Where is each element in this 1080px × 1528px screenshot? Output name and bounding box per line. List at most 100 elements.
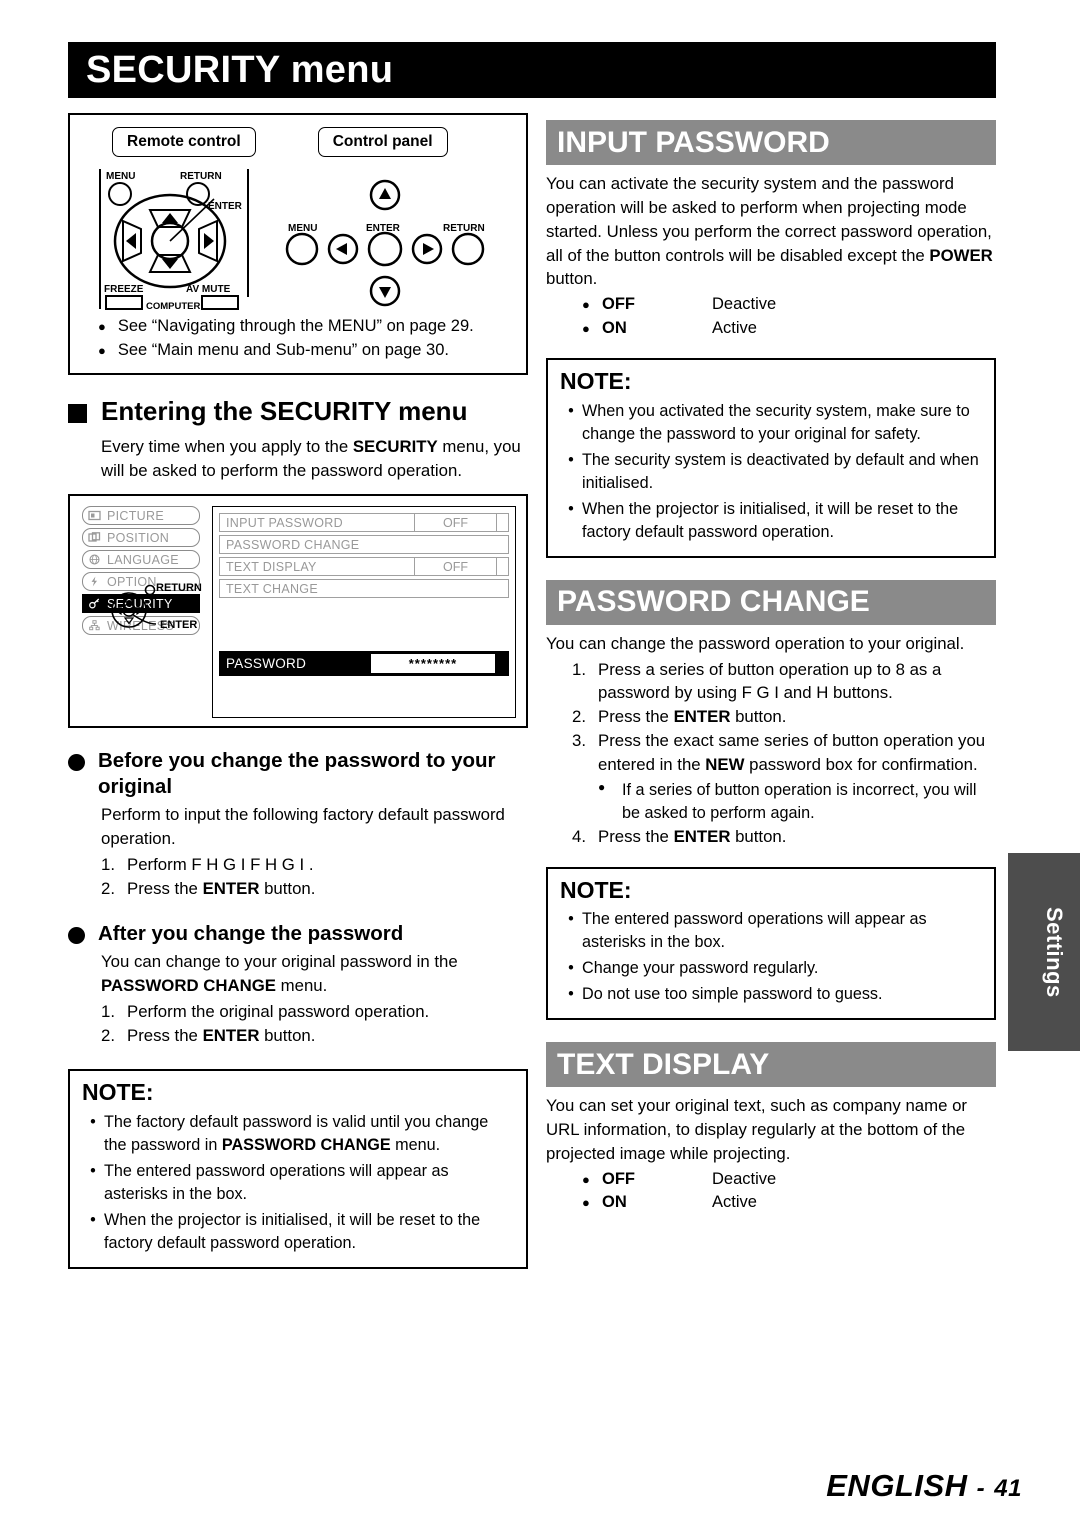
note-list: • The entered password operations will ap… <box>560 908 982 1006</box>
osd-menu-item[interactable]: LANGUAGE <box>82 550 200 570</box>
before-change-steps: 1. Perform F H G I F H G I . 2. Press th… <box>101 853 528 901</box>
osd-password-label: PASSWORD <box>226 656 307 672</box>
list-item: 1. Press a series of button operation up… <box>572 658 996 706</box>
svg-text:MENU: MENU <box>106 171 135 182</box>
round-bullet-icon: ● <box>582 1195 590 1211</box>
osd-row-input-password[interactable]: INPUT PASSWORD OFF <box>219 513 509 533</box>
svg-text:MENU: MENU <box>288 223 317 234</box>
list-item: • Do not use too simple password to guess… <box>560 983 982 1006</box>
svg-text:AV MUTE: AV MUTE <box>186 284 231 295</box>
position-icon <box>87 531 102 544</box>
bullet-tick-icon: • <box>568 401 574 420</box>
bullet-tick-icon: • <box>90 1112 96 1131</box>
step-text: Press the ENTER button. <box>598 826 787 846</box>
list-item: 3. Press the exact same series of button… <box>572 729 996 777</box>
osd-row-text-change[interactable]: TEXT CHANGE <box>219 579 509 599</box>
osd-navigation-hint: RETURN ENTER <box>111 582 202 631</box>
list-item: • When you activated the security system,… <box>560 400 982 446</box>
footer-language: ENGLISH <box>826 1468 968 1503</box>
list-item: 4. Press the ENTER button. <box>572 825 996 849</box>
list-item: ● ON Active <box>582 317 996 340</box>
section-header-password-change: PASSWORD CHANGE <box>546 579 996 625</box>
list-item: • When the projector is initialised, it w… <box>82 1209 514 1255</box>
osd-password-input[interactable]: ******** <box>371 654 495 674</box>
step-number: 1. <box>572 659 586 679</box>
section-title: INPUT PASSWORD <box>557 125 830 159</box>
svg-text:ENTER: ENTER <box>208 201 243 212</box>
list-item: 2. Press the ENTER button. <box>101 877 528 901</box>
option-key: ON <box>602 318 627 337</box>
section-header-input-password: INPUT PASSWORD <box>546 120 996 165</box>
step-number: 3. <box>572 731 586 751</box>
password-change-subnote: ● If a series of button operation is inc… <box>598 779 996 825</box>
osd-menu-item[interactable]: POSITION <box>82 528 200 548</box>
control-panel-illustration: MENU ENTER RETURN <box>285 179 485 307</box>
list-item: • Change your password regularly. <box>560 957 982 980</box>
picture-icon <box>87 509 102 522</box>
note-box-password-change: NOTE: • The entered password operations w… <box>546 866 996 1021</box>
before-change-heading: Before you change the password to your o… <box>68 748 528 799</box>
step-number: 4. <box>572 826 586 846</box>
diagram-body: MENU RETURN ENTER FREEZE AV MUTE COMPUTE… <box>84 165 512 313</box>
osd-row-spacer <box>497 513 509 533</box>
section-header-text-display: TEXT DISPLAY <box>546 1042 996 1088</box>
option-icon <box>87 575 102 588</box>
osd-menu-item-label: LANGUAGE <box>107 552 179 567</box>
settings-side-tab: Settings <box>1008 853 1080 1051</box>
note-title: NOTE: <box>560 876 632 903</box>
note-title: NOTE: <box>560 368 632 395</box>
option-key: ON <box>602 1193 627 1212</box>
osd-menu-item[interactable]: PICTURE <box>82 506 200 526</box>
diagram-bullet-text: See “Navigating through the MENU” on pag… <box>117 317 474 335</box>
osd-menu-screenshot: PICTURE POSITION LANGUAGE OPTION SECURIT… <box>68 494 528 729</box>
osd-row-spacer <box>497 557 509 577</box>
list-item: • When the projector is initialised, it w… <box>560 498 982 544</box>
diagram-labels: Remote control Control panel <box>84 127 512 157</box>
footer-page-number: 41 <box>994 1475 1022 1502</box>
section-title: TEXT DISPLAY <box>557 1047 770 1081</box>
remote-control-illustration: MENU RETURN ENTER FREEZE AV MUTE COMPUTE… <box>99 169 249 312</box>
step-number: 1. <box>101 1001 115 1021</box>
note-title: NOTE: <box>82 1079 154 1106</box>
key-icon <box>87 597 102 610</box>
remote-control-label: Remote control <box>112 127 256 157</box>
bullet-tick-icon: • <box>90 1161 96 1180</box>
diagram-bullets: ● See “Navigating through the MENU” on p… <box>84 315 512 363</box>
osd-main-menu-list: PICTURE POSITION LANGUAGE OPTION SECURIT… <box>82 506 202 638</box>
step-number: 2. <box>101 878 115 898</box>
round-bullet-icon <box>68 754 85 772</box>
network-icon <box>87 619 102 632</box>
right-column: INPUT PASSWORD You can activate the secu… <box>546 120 996 1215</box>
osd-password-prompt: PASSWORD ******** <box>219 651 509 677</box>
bullet-dot-icon: ● <box>98 342 106 358</box>
before-change-paragraph: Perform to input the following factory d… <box>101 805 505 849</box>
after-change-steps: 1. Perform the original password operati… <box>101 1000 528 1048</box>
bullet-tick-icon: • <box>568 499 574 518</box>
list-item: 1. Perform the original password operati… <box>101 1000 528 1024</box>
note-list: • The factory default password is valid u… <box>82 1111 514 1255</box>
option-key: OFF <box>602 295 635 314</box>
osd-nav-return-label: RETURN <box>156 582 202 594</box>
note-item-text: The entered password operations will app… <box>104 1161 449 1203</box>
entering-security-paragraph: Every time when you apply to the SECURIT… <box>101 436 521 480</box>
osd-row-text-display[interactable]: TEXT DISPLAY OFF <box>219 557 509 577</box>
input-password-paragraph: You can activate the security system and… <box>546 174 993 289</box>
list-item: • The security system is deactivated by d… <box>560 449 982 495</box>
entering-security-heading: Entering the SECURITY menu <box>68 395 528 427</box>
option-value: Active <box>712 318 757 337</box>
heading-text: Entering the SECURITY menu <box>101 395 468 426</box>
step-number: 2. <box>572 707 586 727</box>
square-bullet-icon <box>68 403 87 423</box>
round-bullet-icon: ● <box>582 1171 590 1187</box>
osd-row-password-change[interactable]: PASSWORD CHANGE <box>219 535 509 555</box>
note-item-text: Do not use too simple password to guess. <box>582 985 883 1004</box>
input-password-options: ● OFF Deactive ● ON Active <box>582 293 996 340</box>
osd-row-value: OFF <box>415 557 497 577</box>
note-item-text: Change your password regularly. <box>582 959 819 978</box>
globe-icon <box>87 553 102 566</box>
password-change-paragraph: You can change the password operation to… <box>546 633 965 653</box>
step-text: Press the ENTER button. <box>598 707 787 727</box>
text-display-options: ● OFF Deactive ● ON Active <box>582 1168 996 1215</box>
after-change-paragraph: You can change to your original password… <box>101 952 458 995</box>
page-title: SECURITY menu <box>86 49 394 91</box>
